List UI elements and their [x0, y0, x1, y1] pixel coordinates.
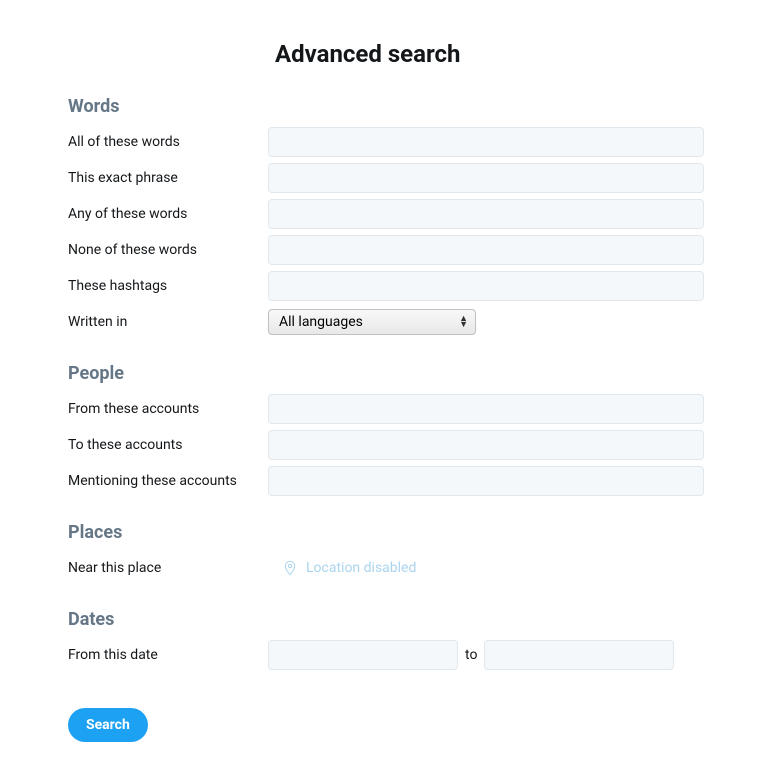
search-button[interactable]: Search: [68, 708, 148, 742]
input-to-date[interactable]: [484, 640, 674, 670]
label-mentioning: Mentioning these accounts: [68, 473, 268, 489]
row-hashtags: These hashtags: [68, 271, 704, 301]
section-heading-dates: Dates: [68, 609, 704, 630]
section-heading-people: People: [68, 363, 704, 384]
input-from-accounts[interactable]: [268, 394, 704, 424]
section-heading-words: Words: [68, 96, 704, 117]
label-from-date: From this date: [68, 647, 268, 663]
row-written-in: Written in All languages ▲▼: [68, 307, 704, 337]
input-any-words[interactable]: [268, 199, 704, 229]
row-mentioning: Mentioning these accounts: [68, 466, 704, 496]
input-all-words[interactable]: [268, 127, 704, 157]
input-to-accounts[interactable]: [268, 430, 704, 460]
label-near-place: Near this place: [68, 560, 268, 576]
label-exact-phrase: This exact phrase: [68, 170, 268, 186]
row-none-words: None of these words: [68, 235, 704, 265]
label-written-in: Written in: [68, 314, 268, 330]
label-hashtags: These hashtags: [68, 278, 268, 294]
row-any-words: Any of these words: [68, 199, 704, 229]
row-from-date: From this date to: [68, 640, 704, 670]
label-none-words: None of these words: [68, 242, 268, 258]
label-from-accounts: From these accounts: [68, 401, 268, 417]
select-language[interactable]: All languages: [268, 309, 476, 335]
input-none-words[interactable]: [268, 235, 704, 265]
date-to-text: to: [465, 647, 477, 663]
location-pin-icon: [282, 560, 298, 576]
row-to-accounts: To these accounts: [68, 430, 704, 460]
row-near-place: Near this place Location disabled: [68, 553, 704, 583]
row-exact-phrase: This exact phrase: [68, 163, 704, 193]
location-disabled-text: Location disabled: [306, 560, 416, 576]
label-all-words: All of these words: [68, 134, 268, 150]
input-mentioning[interactable]: [268, 466, 704, 496]
input-from-date[interactable]: [268, 640, 458, 670]
row-from-accounts: From these accounts: [68, 394, 704, 424]
input-hashtags[interactable]: [268, 271, 704, 301]
label-to-accounts: To these accounts: [68, 437, 268, 453]
page-title: Advanced search: [275, 40, 704, 68]
location-disabled: Location disabled: [282, 560, 416, 576]
label-any-words: Any of these words: [68, 206, 268, 222]
row-all-words: All of these words: [68, 127, 704, 157]
section-heading-places: Places: [68, 522, 704, 543]
input-exact-phrase[interactable]: [268, 163, 704, 193]
